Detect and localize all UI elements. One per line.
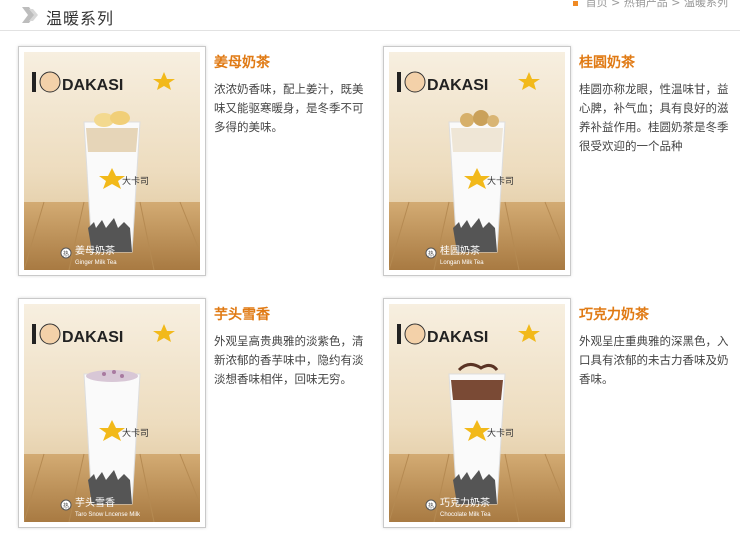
star-text: 大卡司 — [122, 427, 149, 439]
section-header: 温暖系列 首页 > 热销产品 > 温暖系列 — [0, 0, 740, 31]
cup-label: 芋头雪香 — [75, 497, 115, 509]
breadcrumb-separator: > — [611, 0, 624, 9]
brand-logo-text: DAKASI — [427, 77, 488, 94]
cup-label-en: Taro Snow Lncense Milk — [75, 512, 141, 518]
breadcrumb: 首页 > 热销产品 > 温暖系列 — [573, 0, 728, 10]
product-title[interactable]: 姜母奶茶 — [214, 52, 270, 72]
star-text: 大卡司 — [122, 175, 149, 187]
hot-badge: 热 — [428, 502, 434, 510]
hot-badge: 热 — [428, 250, 434, 258]
product-description: 外观呈高贵典雅的淡紫色，清新浓郁的香芋味中，隐约有淡淡想香味相伴，回味无穷。 — [214, 334, 364, 386]
cup-label-en: Ginger Milk Tea — [75, 260, 117, 266]
product-image-frame[interactable]: DAKASI 大卡司 热 姜母奶茶 Ginger Milk Tea — [18, 46, 206, 276]
product-description: 外观呈庄重典雅的深黑色，入口具有浓郁的未古力香味及奶香味。 — [579, 334, 729, 386]
product-title[interactable]: 桂圆奶茶 — [579, 52, 635, 72]
product-poster: DAKASI 大卡司 热 芋头雪香 Taro Snow Lncense Milk — [24, 304, 200, 522]
breadcrumb-separator: > — [671, 0, 684, 9]
hot-badge: 热 — [63, 250, 69, 258]
brand-logo-text: DAKASI — [62, 77, 123, 94]
product-poster: DAKASI 大卡司 热 巧克力奶茶 Chocolate Milk Tea — [389, 304, 565, 522]
breadcrumb-current: 温暖系列 — [684, 0, 728, 9]
product-title[interactable]: 巧克力奶茶 — [579, 304, 649, 324]
product-image-frame[interactable]: DAKASI 大卡司 热 巧克力奶茶 Chocolate Milk Tea — [383, 298, 571, 528]
hot-badge: 热 — [63, 502, 69, 510]
cup-label: 巧克力奶茶 — [440, 496, 490, 509]
product-title[interactable]: 芋头雪香 — [214, 304, 270, 324]
brand-logo-text: DAKASI — [62, 329, 123, 346]
product-poster: DAKASI 大卡司 热 姜母奶茶 Ginger Milk Tea — [24, 52, 200, 270]
cup-label: 姜母奶茶 — [75, 244, 115, 257]
star-text: 大卡司 — [487, 427, 514, 439]
cup-label-en: Chocolate Milk Tea — [440, 512, 491, 518]
product-poster: DAKASI 大卡司 热 桂圆奶茶 Longan Milk Tea — [389, 52, 565, 270]
product-image-frame[interactable]: DAKASI 大卡司 热 桂圆奶茶 Longan Milk Tea — [383, 46, 571, 276]
product-image-frame[interactable]: DAKASI 大卡司 热 芋头雪香 Taro Snow Lncense Milk — [18, 298, 206, 528]
section-title: 温暖系列 — [46, 9, 115, 28]
chevron-right-icon — [22, 7, 38, 23]
cup-label-en: Longan Milk Tea — [440, 260, 484, 266]
product-description: 桂圆亦称龙眼，性温味甘，益心脾，补气血；具有良好的滋养补益作用。桂圆奶茶是冬季很… — [579, 82, 729, 153]
star-text: 大卡司 — [487, 175, 514, 187]
breadcrumb-category[interactable]: 热销产品 — [624, 0, 668, 9]
breadcrumb-bullet-icon — [573, 1, 579, 6]
cup-label: 桂圆奶茶 — [440, 244, 480, 257]
breadcrumb-home[interactable]: 首页 — [586, 0, 608, 9]
brand-logo-text: DAKASI — [427, 329, 488, 346]
product-description: 浓浓奶香味，配上姜汁，既美味又能驱寒暖身，是冬季不可多得的美味。 — [214, 82, 364, 134]
